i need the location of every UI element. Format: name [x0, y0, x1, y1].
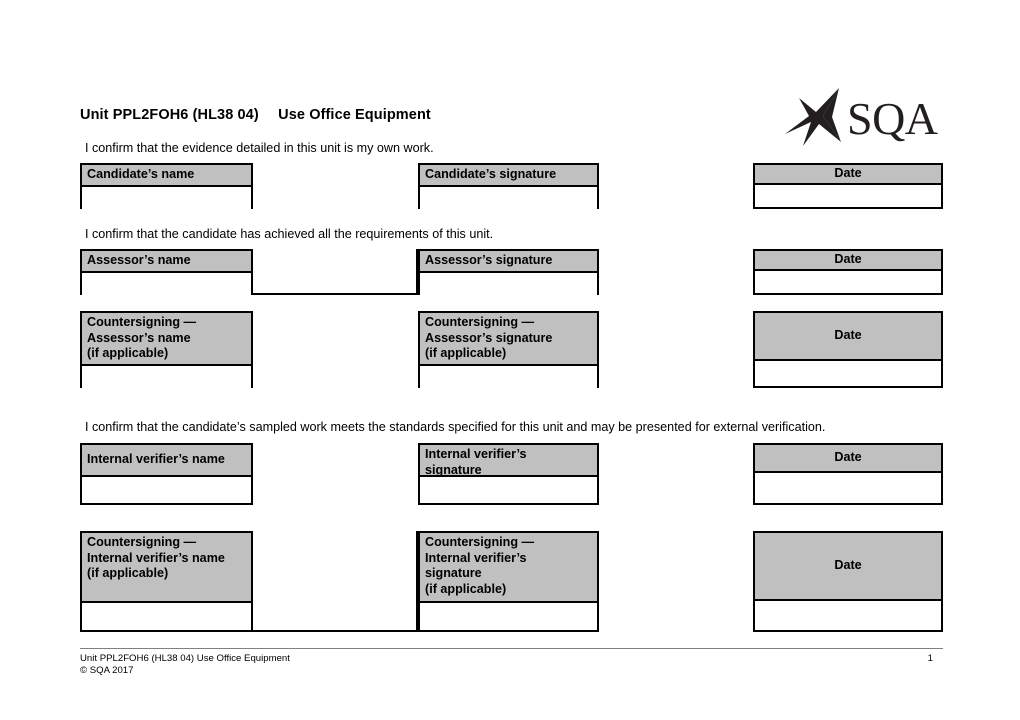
- assessor-confirm-statement: I confirm that the candidate has achieve…: [85, 227, 494, 241]
- assessor-date-input[interactable]: [755, 271, 941, 293]
- internal-verifier-name-box: Internal verifier’s name: [80, 443, 253, 505]
- countersigning-assessor-signature-box: Countersigning — Assessor’s signature (i…: [418, 311, 599, 388]
- internal-verifier-date-label: Date: [755, 445, 941, 473]
- candidate-date-label: Date: [755, 165, 941, 185]
- countersigning-internal-verifier-date-box: Date: [753, 531, 943, 632]
- candidate-signature-box: Candidate’s signature: [418, 163, 599, 211]
- countersigning-assessor-signature-input[interactable]: [420, 365, 597, 388]
- countersigning-assessor-name-input[interactable]: [82, 365, 251, 388]
- sqa-logo: SQA: [783, 86, 943, 152]
- internal-verifier-signature-input[interactable]: [420, 477, 597, 503]
- countersigning-assessor-date-input[interactable]: [755, 361, 941, 386]
- sqa-logo-text: SQA: [847, 93, 938, 144]
- footer-copyright: © SQA 2017: [80, 665, 134, 676]
- candidate-confirm-statement: I confirm that the evidence detailed in …: [85, 141, 434, 155]
- sqa-saltire-icon: [785, 88, 841, 146]
- document-footer: Unit PPL2FOH6 (HL38 04) Use Office Equip…: [80, 648, 943, 676]
- countersigning-assessor-name-label: Countersigning — Assessor’s name (if app…: [82, 313, 251, 366]
- countersigning-assessor-date-label: Date: [755, 313, 941, 361]
- internal-verifier-name-input[interactable]: [82, 477, 251, 503]
- footer-unit-title: Unit PPL2FOH6 (HL38 04) Use Office Equip…: [80, 653, 290, 664]
- assessor-name-box: Assessor’s name: [80, 249, 253, 297]
- countersigning-assessor-signature-label: Countersigning — Assessor’s signature (i…: [420, 313, 597, 366]
- internal-verifier-signature-label: Internal verifier’s signature: [420, 445, 597, 477]
- countersigning-internal-verifier-name-input[interactable]: [82, 603, 251, 630]
- candidate-name-box: Candidate’s name: [80, 163, 253, 211]
- footer-divider: [80, 648, 943, 649]
- internal-verifier-date-input[interactable]: [755, 473, 941, 503]
- countersigning-internal-verifier-signature-label: Countersigning — Internal verifier’s sig…: [420, 533, 597, 603]
- candidate-signature-label: Candidate’s signature: [420, 165, 597, 187]
- countersigning-internal-verifier-date-label: Date: [755, 533, 941, 601]
- assessor-signature-input[interactable]: [420, 272, 597, 297]
- candidate-date-input[interactable]: [755, 185, 941, 207]
- document-page: Unit PPL2FOH6 (HL38 04) Use Office Equip…: [80, 0, 943, 720]
- internal-verifier-date-box: Date: [753, 443, 943, 505]
- assessor-date-box: Date: [753, 249, 943, 295]
- page-number: 1: [927, 653, 933, 664]
- candidate-date-box: Date: [753, 163, 943, 209]
- internal-verifier-confirm-statement: I confirm that the candidate’s sampled w…: [85, 420, 826, 434]
- assessor-date-label: Date: [755, 251, 941, 271]
- assessor-signature-label: Assessor’s signature: [420, 251, 597, 273]
- countersigning-assessor-date-box: Date: [753, 311, 943, 388]
- candidate-name-input[interactable]: [82, 186, 251, 211]
- candidate-signature-input[interactable]: [420, 186, 597, 211]
- assessor-name-input[interactable]: [82, 272, 251, 297]
- internal-verifier-name-label: Internal verifier’s name: [82, 445, 251, 477]
- assessor-signature-box: Assessor’s signature: [418, 249, 599, 297]
- assessor-name-extension-cell: [253, 249, 418, 295]
- countersigning-internal-verifier-signature-box: Countersigning — Internal verifier’s sig…: [418, 531, 599, 632]
- countersigning-internal-verifier-name-box: Countersigning — Internal verifier’s nam…: [80, 531, 253, 632]
- countersigning-iv-name-extension-cell: [253, 531, 418, 632]
- internal-verifier-signature-box: Internal verifier’s signature: [418, 443, 599, 505]
- countersigning-internal-verifier-date-input[interactable]: [755, 601, 941, 630]
- page-title: Unit PPL2FOH6 (HL38 04) Use Office Equip…: [80, 107, 431, 123]
- assessor-name-label: Assessor’s name: [82, 251, 251, 273]
- countersigning-internal-verifier-signature-input[interactable]: [420, 603, 597, 630]
- countersigning-internal-verifier-name-label: Countersigning — Internal verifier’s nam…: [82, 533, 251, 603]
- countersigning-assessor-name-box: Countersigning — Assessor’s name (if app…: [80, 311, 253, 388]
- candidate-name-label: Candidate’s name: [82, 165, 251, 187]
